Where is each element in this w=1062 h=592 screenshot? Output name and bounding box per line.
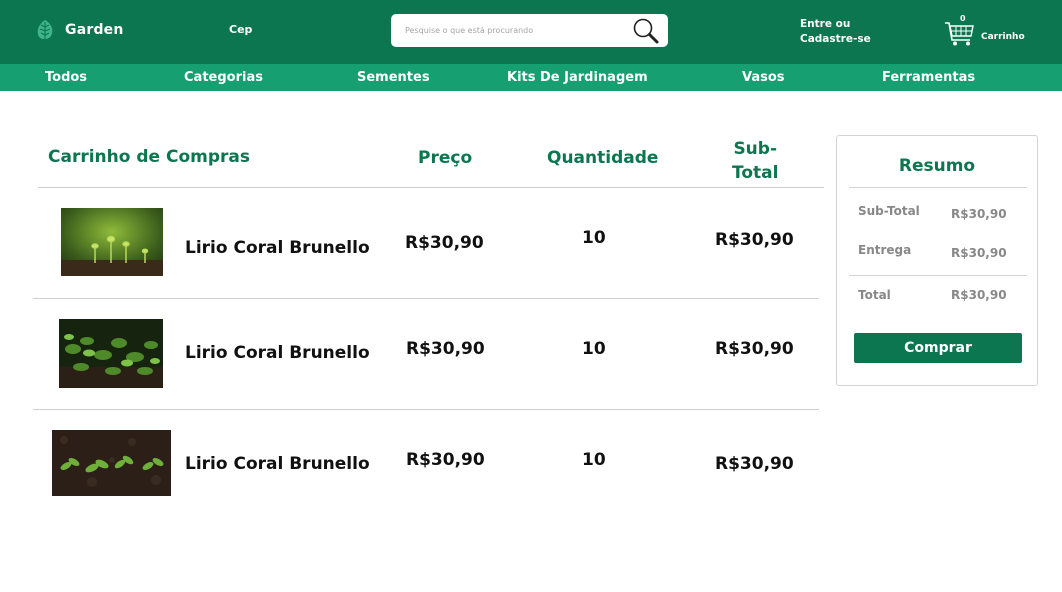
product-price: R$30,90 xyxy=(405,233,484,253)
seedlings-photo xyxy=(61,208,163,276)
login-line1: Entre ou xyxy=(800,18,851,30)
row-divider xyxy=(33,409,819,410)
order-summary: Resumo Sub-Total R$30,90 Entrega R$30,90… xyxy=(836,135,1038,386)
seedlings-photo xyxy=(59,319,163,388)
login-line2: Cadastre-se xyxy=(800,33,871,45)
login-link[interactable]: Entre ou Cadastre-se xyxy=(800,17,871,47)
search-button[interactable] xyxy=(632,17,660,45)
leaf-logo-icon xyxy=(37,20,53,40)
product-name[interactable]: Lirio Coral Brunello xyxy=(185,238,370,258)
product-price: R$30,90 xyxy=(406,450,485,470)
summary-delivery-label: Entrega xyxy=(858,243,912,257)
summary-divider xyxy=(849,275,1027,276)
cep-link[interactable]: Cep xyxy=(229,23,252,36)
cart-title: Carrinho de Compras xyxy=(48,147,250,167)
search-input[interactable] xyxy=(405,14,615,47)
nav-item-kits[interactable]: Kits De Jardinagem xyxy=(507,70,648,85)
cart-count-badge: 0 xyxy=(960,14,966,23)
summary-total-label: Total xyxy=(858,288,891,302)
summary-divider xyxy=(849,187,1027,188)
logo[interactable]: Garden xyxy=(35,19,124,41)
product-image[interactable] xyxy=(59,319,163,388)
product-name[interactable]: Lirio Coral Brunello xyxy=(185,454,370,474)
summary-title: Resumo xyxy=(898,156,976,176)
nav-item-ferramentas[interactable]: Ferramentas xyxy=(882,70,975,85)
product-image[interactable] xyxy=(61,208,163,276)
row-divider xyxy=(33,298,819,299)
product-quantity[interactable]: 10 xyxy=(582,339,606,359)
column-header-subtotal-line2: Total xyxy=(732,163,779,183)
column-header-subtotal-line1: Sub- xyxy=(733,139,778,159)
seedlings-photo xyxy=(52,430,171,496)
shopping-cart-icon xyxy=(945,22,974,46)
table-header-divider xyxy=(38,187,824,188)
product-image[interactable] xyxy=(52,430,171,496)
column-header-subtotal: Sub- Total xyxy=(732,137,778,185)
nav-item-categorias[interactable]: Categorias xyxy=(184,70,263,85)
category-nav: Todos Categorias Sementes Kits De Jardin… xyxy=(0,64,1062,91)
cart-label: Carrinho xyxy=(981,32,1025,42)
nav-item-todos[interactable]: Todos xyxy=(45,70,87,85)
search-bar xyxy=(391,14,668,47)
product-quantity[interactable]: 10 xyxy=(582,450,606,470)
column-header-price: Preço xyxy=(418,148,473,168)
cart-button[interactable]: 0 Carrinho xyxy=(943,14,1025,47)
summary-delivery-value: R$30,90 xyxy=(951,246,1007,260)
header: Garden Cep Entre ou Cadastre-se 0 xyxy=(0,0,1062,64)
product-name[interactable]: Lirio Coral Brunello xyxy=(185,343,370,363)
product-price: R$30,90 xyxy=(406,339,485,359)
cart-icon-wrap: 0 xyxy=(943,14,975,47)
summary-subtotal-label: Sub-Total xyxy=(858,204,920,218)
column-header-quantity: Quantidade xyxy=(547,148,659,168)
buy-button[interactable]: Comprar xyxy=(854,333,1022,363)
nav-item-sementes[interactable]: Sementes xyxy=(357,70,430,85)
search-icon xyxy=(633,18,659,44)
product-subtotal: R$30,90 xyxy=(715,339,794,359)
summary-subtotal-value: R$30,90 xyxy=(951,207,1007,221)
product-quantity[interactable]: 10 xyxy=(582,228,606,248)
product-subtotal: R$30,90 xyxy=(715,230,794,250)
product-subtotal: R$30,90 xyxy=(715,454,794,474)
logo-text: Garden xyxy=(65,22,124,38)
nav-item-vasos[interactable]: Vasos xyxy=(742,70,785,85)
summary-total-value: R$30,90 xyxy=(951,288,1007,302)
